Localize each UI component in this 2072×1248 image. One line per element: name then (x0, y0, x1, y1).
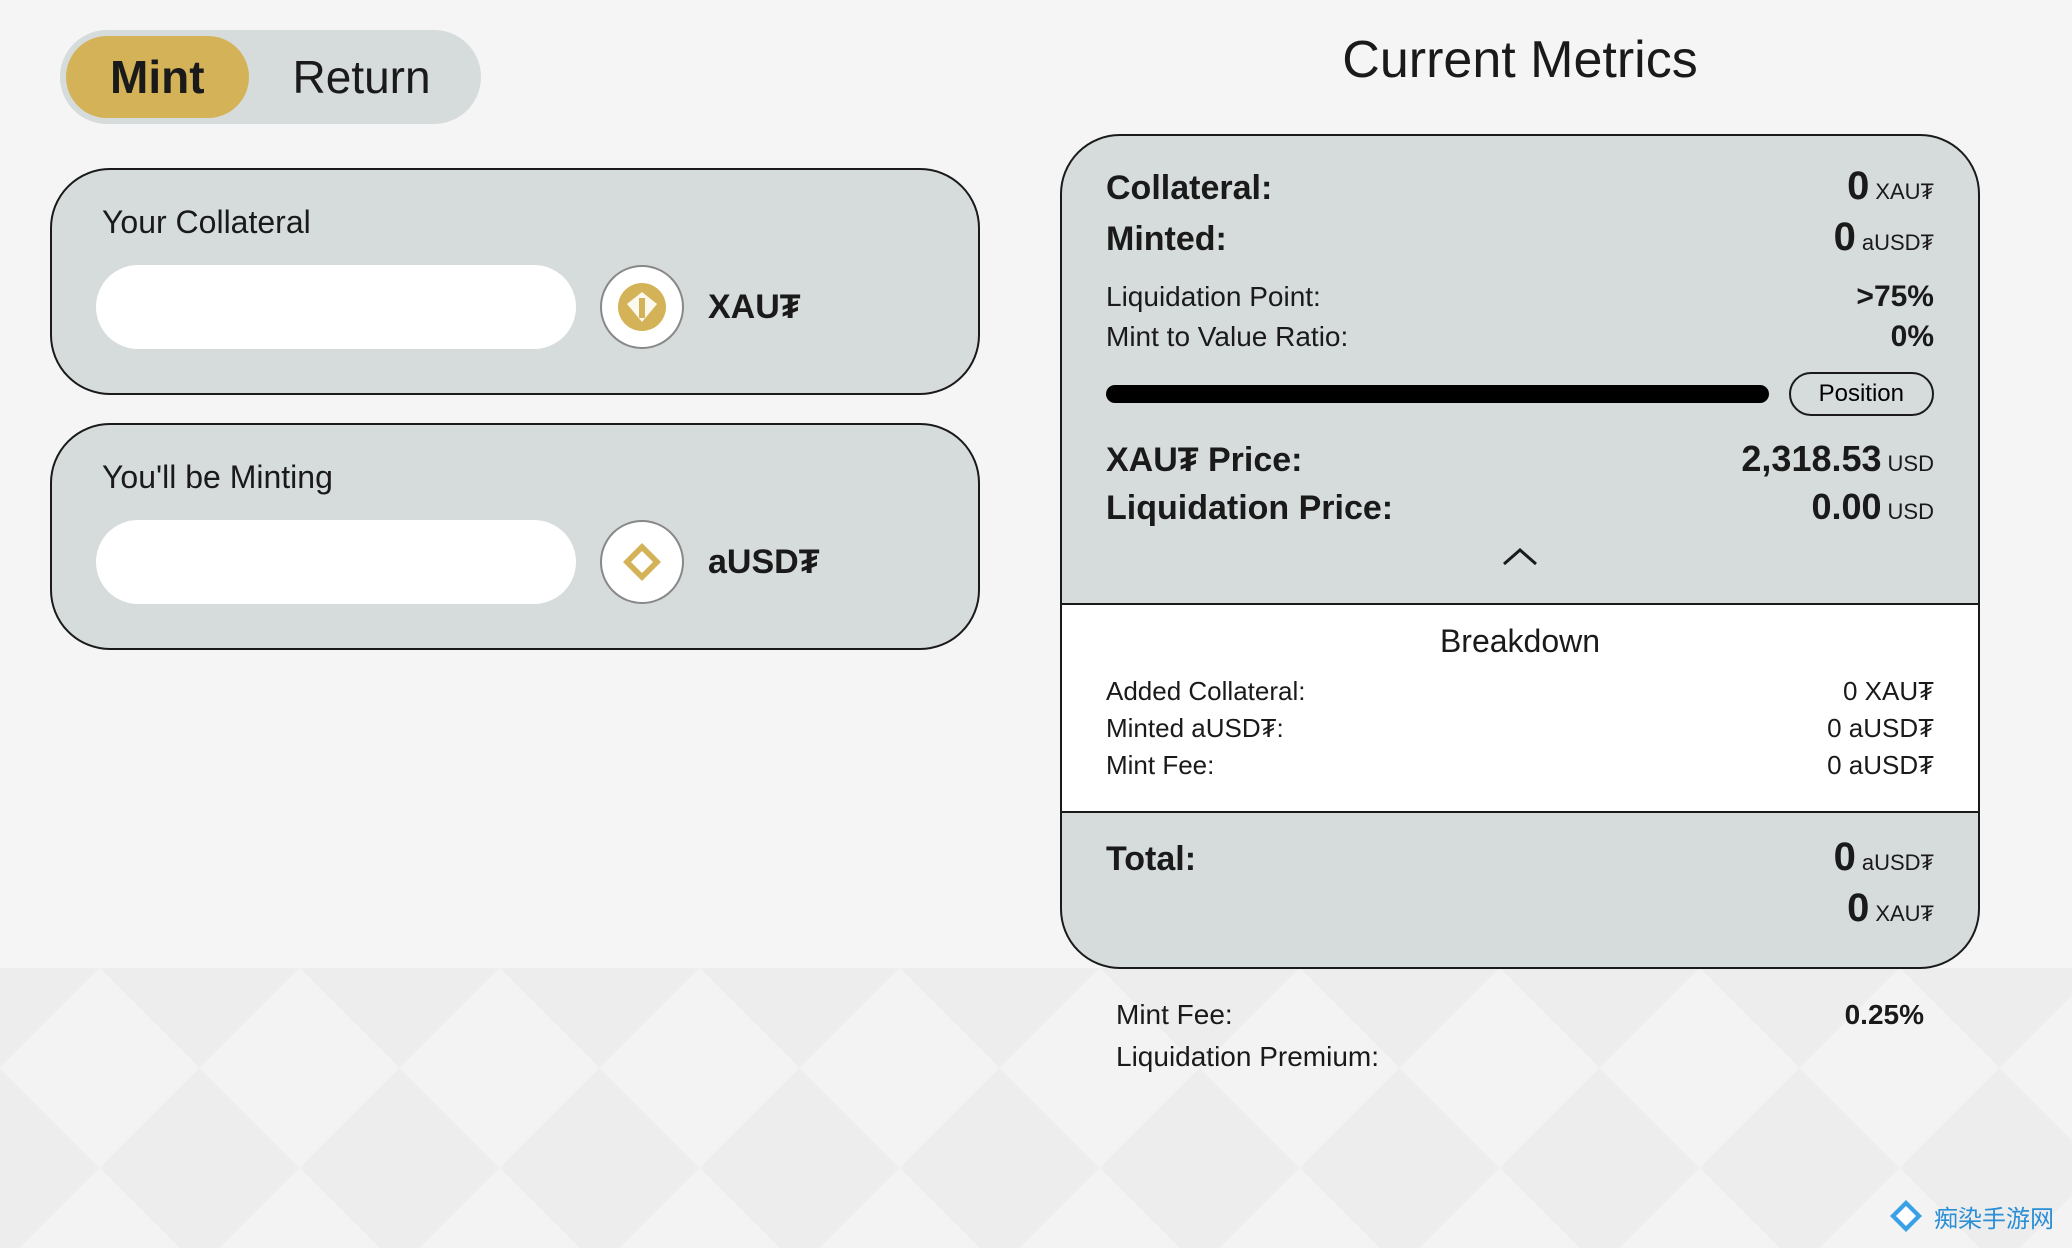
minting-title: You'll be Minting (102, 459, 934, 496)
xaut-price-label: XAU₮ Price: (1106, 441, 1303, 480)
liq-premium-label: Liquidation Premium: (1116, 1041, 1379, 1073)
position-button[interactable]: Position (1789, 372, 1934, 416)
breakdown-row: Added Collateral: 0 XAU₮ (1106, 676, 1934, 707)
breakdown-section: Breakdown Added Collateral: 0 XAU₮ Minte… (1062, 603, 1978, 813)
mint-fee-value: 0.25% (1845, 999, 1924, 1031)
breakdown-value: 0 aUSD₮ (1827, 713, 1934, 744)
watermark: 痴染手游网 (1888, 1198, 2054, 1234)
watermark-icon (1888, 1198, 1924, 1234)
xaut-price-value: 2,318.53USD (1741, 438, 1934, 480)
total-ausdt: 0aUSD₮ (1834, 835, 1934, 880)
watermark-text: 痴染手游网 (1934, 1199, 2054, 1234)
liq-price-label: Liquidation Price: (1106, 489, 1393, 528)
tab-mint[interactable]: Mint (66, 36, 249, 118)
minting-token-label: aUSD₮ (708, 543, 819, 582)
minting-input[interactable] (96, 520, 576, 604)
breakdown-value: 0 XAU₮ (1843, 676, 1934, 707)
mint-fee-label: Mint Fee: (1116, 999, 1233, 1031)
liq-point-label: Liquidation Point: (1106, 281, 1321, 313)
minting-card: You'll be Minting aUSD₮ (50, 423, 980, 650)
breakdown-label: Minted aUSD₮: (1106, 713, 1284, 744)
breakdown-row: Minted aUSD₮: 0 aUSD₮ (1106, 713, 1934, 744)
breakdown-value: 0 aUSD₮ (1827, 750, 1934, 781)
liq-point-value: >75% (1856, 280, 1934, 314)
mtv-label: Mint to Value Ratio: (1106, 321, 1348, 353)
collateral-token-label: XAU₮ (708, 288, 801, 327)
totals-section: Total: 0aUSD₮ 0XAU₮ (1062, 813, 1978, 967)
tab-return[interactable]: Return (249, 36, 475, 118)
breakdown-label: Mint Fee: (1106, 750, 1214, 781)
minted-label: Minted: (1106, 220, 1227, 259)
mtv-value: 0% (1891, 320, 1934, 354)
collateral-card: Your Collateral XAU₮ (50, 168, 980, 395)
ausdt-token-icon (600, 520, 684, 604)
breakdown-row: Mint Fee: 0 aUSD₮ (1106, 750, 1934, 781)
total-xaut: 0XAU₮ (1847, 886, 1934, 931)
metrics-card: Collateral: 0XAU₮ Minted: 0aUSD₮ Liquida… (1060, 134, 1980, 969)
chevron-up-icon (1500, 546, 1540, 570)
total-label: Total: (1106, 840, 1196, 879)
collateral-label: Collateral: (1106, 169, 1272, 208)
liq-price-value: 0.00USD (1811, 486, 1934, 528)
minted-value: 0aUSD₮ (1834, 215, 1934, 260)
xaut-token-icon (600, 265, 684, 349)
mint-return-toggle: Mint Return (60, 30, 481, 124)
fees-section: Mint Fee: 0.25% Liquidation Premium: (1060, 969, 1980, 1073)
collateral-title: Your Collateral (102, 204, 934, 241)
breakdown-heading: Breakdown (1106, 623, 1934, 660)
collapse-toggle[interactable] (1106, 534, 1934, 575)
collateral-value: 0XAU₮ (1847, 164, 1934, 209)
breakdown-label: Added Collateral: (1106, 676, 1305, 707)
collateral-input[interactable] (96, 265, 576, 349)
metrics-heading: Current Metrics (1060, 30, 1980, 90)
position-progress-bar (1106, 385, 1769, 403)
